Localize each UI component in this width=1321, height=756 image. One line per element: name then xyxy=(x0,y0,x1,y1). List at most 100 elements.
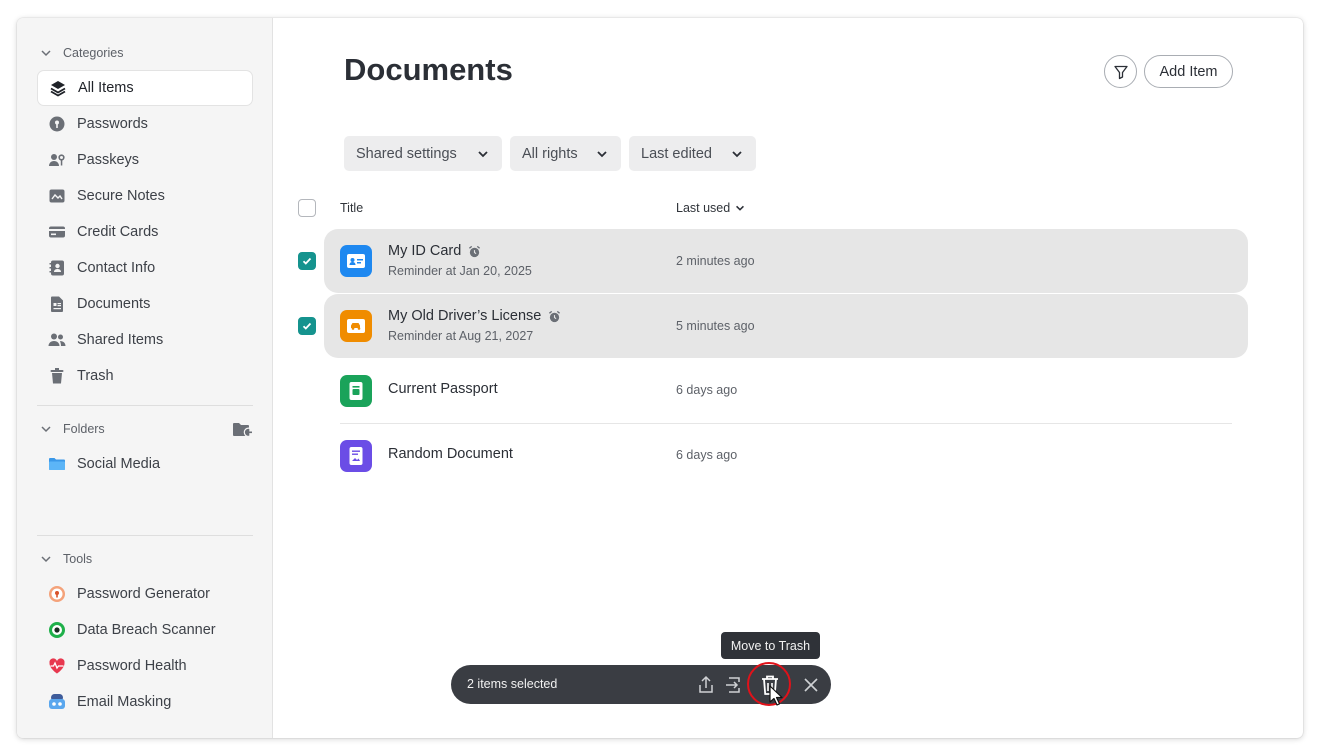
folder-icon xyxy=(48,455,66,473)
health-icon xyxy=(48,657,66,675)
filter-icon xyxy=(1113,65,1128,79)
table-row[interactable]: Random Document 6 days ago xyxy=(324,424,1248,488)
tools-title: Tools xyxy=(63,552,93,566)
sidebar-item-label: Trash xyxy=(77,368,114,384)
sidebar: Categories All Items Passwords Passkeys … xyxy=(17,18,273,738)
row-checkbox[interactable] xyxy=(298,252,316,270)
close-icon xyxy=(804,678,818,692)
sidebar-item-label: Data Breach Scanner xyxy=(77,622,216,638)
sidebar-item-label: Passwords xyxy=(77,116,148,132)
sidebar-item-label: Documents xyxy=(77,296,151,312)
categories-header[interactable]: Categories xyxy=(39,44,123,62)
sidebar-item-label: Password Generator xyxy=(77,586,210,602)
app-window: Categories All Items Passwords Passkeys … xyxy=(17,18,1303,738)
sidebar-divider xyxy=(37,405,253,406)
sidebar-item-label: Shared Items xyxy=(77,332,164,348)
table-row[interactable]: Current Passport 6 days ago xyxy=(324,359,1248,423)
license-icon xyxy=(340,310,372,342)
column-header-title[interactable]: Title xyxy=(340,201,363,215)
document-icon xyxy=(48,295,66,313)
sidebar-item-email-masking[interactable]: Email Masking xyxy=(37,684,253,720)
sidebar-item-secure-notes[interactable]: Secure Notes xyxy=(37,178,253,214)
sidebar-item-password-health[interactable]: Password Health xyxy=(37,648,253,684)
sidebar-item-label: Credit Cards xyxy=(77,224,159,240)
chevron-down-icon xyxy=(732,151,742,158)
close-selection-button[interactable] xyxy=(800,674,822,696)
dropdown-label: All rights xyxy=(522,145,578,162)
categories-title: Categories xyxy=(63,46,124,60)
sidebar-item-passwords[interactable]: Passwords xyxy=(37,106,253,142)
sidebar-item-label: Email Masking xyxy=(77,694,172,710)
sidebar-item-password-generator[interactable]: Password Generator xyxy=(37,576,253,612)
item-name: Current Passport xyxy=(388,381,498,397)
scanner-icon xyxy=(48,621,66,639)
alarm-icon xyxy=(469,245,481,257)
tools-header[interactable]: Tools xyxy=(39,550,92,568)
main-panel: Documents Add Item Shared settings All r… xyxy=(274,18,1303,738)
add-folder-icon[interactable] xyxy=(232,421,252,439)
folders-title: Folders xyxy=(63,422,105,436)
page-title: Documents xyxy=(344,52,513,87)
selection-bar: 2 items selected xyxy=(451,662,831,706)
id-card-icon xyxy=(340,245,372,277)
sidebar-item-label: Secure Notes xyxy=(77,188,165,204)
filter-button[interactable] xyxy=(1104,55,1137,88)
sidebar-item-label: Social Media xyxy=(77,456,161,472)
credit-card-icon xyxy=(48,223,66,241)
row-checkbox[interactable] xyxy=(298,317,316,335)
add-item-button[interactable]: Add Item xyxy=(1144,55,1233,88)
chevron-down-icon xyxy=(41,426,51,433)
sidebar-item-shared-items[interactable]: Shared Items xyxy=(37,322,253,358)
item-reminder: Reminder at Jan 20, 2025 xyxy=(388,264,532,278)
chevron-down-icon xyxy=(41,556,51,563)
move-icon xyxy=(726,677,740,693)
sidebar-item-social-media[interactable]: Social Media xyxy=(37,446,253,482)
item-last-used: 5 minutes ago xyxy=(676,319,755,333)
contact-icon xyxy=(48,259,66,277)
trash-icon xyxy=(48,367,66,385)
key-icon xyxy=(48,115,66,133)
sidebar-item-credit-cards[interactable]: Credit Cards xyxy=(37,214,253,250)
chevron-down-icon xyxy=(736,205,745,211)
sidebar-item-all-items[interactable]: All Items xyxy=(37,70,253,106)
passport-icon xyxy=(340,375,372,407)
chevron-down-icon xyxy=(597,151,607,158)
chevron-down-icon xyxy=(478,151,488,158)
sidebar-divider xyxy=(37,535,253,536)
generic-document-icon xyxy=(340,440,372,472)
dropdown-label: Shared settings xyxy=(356,145,457,162)
sidebar-item-contact-info[interactable]: Contact Info xyxy=(37,250,253,286)
item-name: My ID Card xyxy=(388,243,481,259)
item-last-used: 6 days ago xyxy=(676,448,738,462)
folders-header[interactable]: Folders xyxy=(39,420,105,438)
mouse-cursor-icon xyxy=(769,685,783,706)
passkey-icon xyxy=(48,151,66,169)
all-rights-dropdown[interactable]: All rights xyxy=(510,136,621,171)
sidebar-item-documents[interactable]: Documents xyxy=(37,286,253,322)
generator-icon xyxy=(48,585,66,603)
people-icon xyxy=(48,331,66,349)
last-edited-dropdown[interactable]: Last edited xyxy=(629,136,756,171)
move-to-trash-tooltip: Move to Trash xyxy=(721,632,820,659)
share-icon xyxy=(699,675,713,693)
sidebar-item-label: Password Health xyxy=(77,658,187,674)
item-last-used: 2 minutes ago xyxy=(676,254,755,268)
item-name: Random Document xyxy=(388,446,513,462)
share-button[interactable] xyxy=(695,674,717,696)
select-all-checkbox[interactable] xyxy=(298,199,316,217)
move-button[interactable] xyxy=(723,674,745,696)
chevron-down-icon xyxy=(41,50,51,57)
stack-icon xyxy=(49,79,67,97)
table-row[interactable]: My ID Card Reminder at Jan 20, 2025 2 mi… xyxy=(324,229,1248,293)
item-name: My Old Driver’s License xyxy=(388,308,561,324)
sidebar-item-label: Contact Info xyxy=(77,260,156,276)
sidebar-item-trash[interactable]: Trash xyxy=(37,358,253,394)
shared-settings-dropdown[interactable]: Shared settings xyxy=(344,136,502,171)
table-row[interactable]: My Old Driver’s License Reminder at Aug … xyxy=(324,294,1248,358)
sidebar-item-data-breach-scanner[interactable]: Data Breach Scanner xyxy=(37,612,253,648)
column-header-last-used[interactable]: Last used xyxy=(676,201,746,215)
item-last-used: 6 days ago xyxy=(676,383,738,397)
sidebar-item-passkeys[interactable]: Passkeys xyxy=(37,142,253,178)
sidebar-item-label: All Items xyxy=(78,80,134,96)
dropdown-label: Last edited xyxy=(641,145,712,162)
